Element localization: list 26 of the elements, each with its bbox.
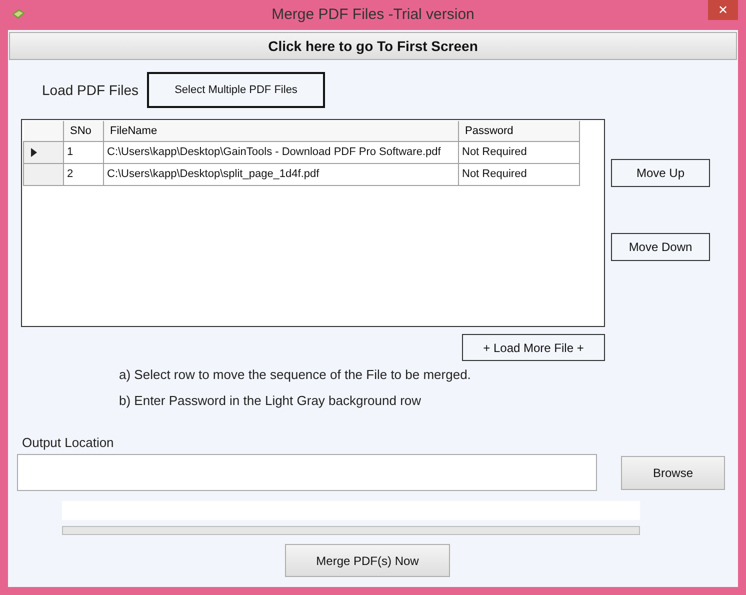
first-screen-button[interactable]: Click here to go To First Screen — [9, 32, 737, 60]
table-cell: C:\Users\kapp\Desktop\split_page_1d4f.pdf — [104, 163, 458, 185]
output-location-field[interactable] — [17, 454, 597, 491]
load-files-label: Load PDF Files — [42, 80, 140, 100]
move-down-button[interactable]: Move Down — [611, 233, 710, 261]
output-location-label: Output Location — [22, 434, 114, 449]
row-header[interactable] — [24, 141, 64, 163]
select-files-button[interactable]: Select Multiple PDF Files — [147, 72, 325, 108]
load-more-button[interactable]: + Load More File + — [462, 334, 605, 361]
table-cell: 1 — [64, 141, 104, 163]
table-cell: C:\Users\kapp\Desktop\GainTools - Download PDF Pro Software.pdf — [104, 141, 458, 163]
window-title: Merge PDF Files -Trial version — [272, 4, 474, 25]
row-pointer-icon — [31, 148, 37, 156]
table-cell: Not Required — [458, 163, 580, 185]
instruction-text: a) Select row to move the sequence of the File to be merged. — [119, 366, 471, 382]
column-header[interactable]: SNo — [64, 121, 104, 141]
merge-button[interactable]: Merge PDF(s) Now — [285, 544, 450, 577]
browse-button[interactable]: Browse — [621, 456, 725, 490]
column-header[interactable]: Password — [458, 121, 580, 141]
close-button[interactable]: ✕ — [708, 0, 738, 20]
column-header[interactable]: FileName — [104, 121, 458, 141]
app-icon — [11, 8, 26, 20]
move-up-button[interactable]: Move Up — [611, 159, 710, 187]
table-cell: 2 — [64, 163, 104, 185]
instruction-text: b) Enter Password in the Light Gray background row — [119, 392, 422, 408]
table-cell: Not Required — [458, 141, 580, 163]
